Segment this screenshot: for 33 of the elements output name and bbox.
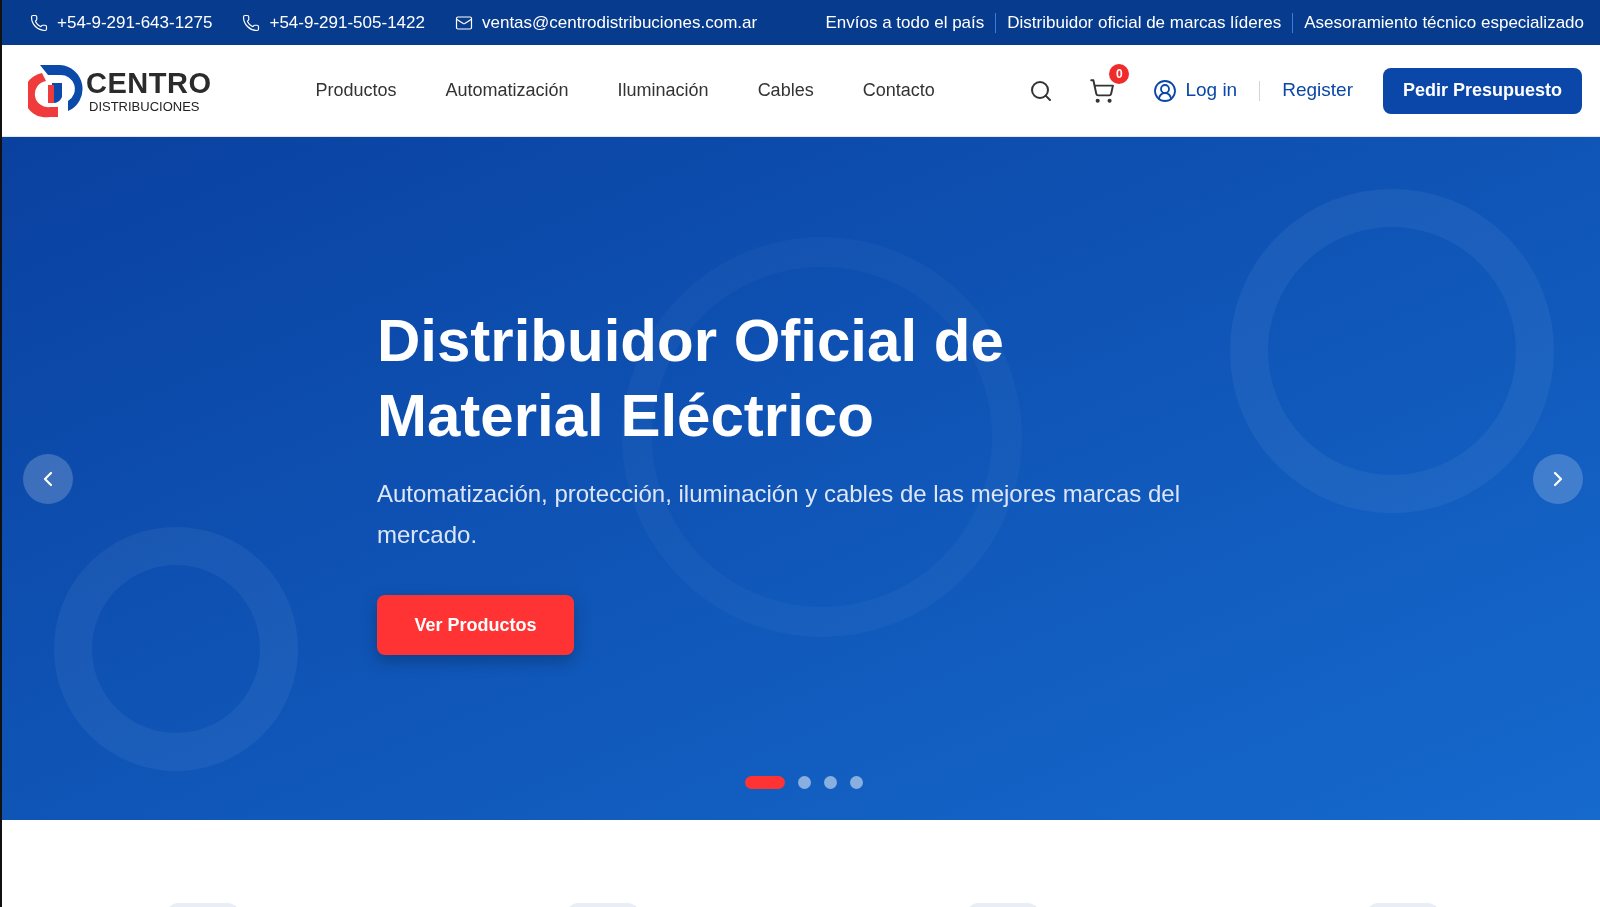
user-icon <box>1153 78 1178 103</box>
nav-link[interactable]: Automatización <box>445 77 569 104</box>
email-link[interactable]: ventas@centrodistribuciones.com.ar <box>481 9 758 36</box>
cart-count-badge: 0 <box>1109 63 1130 84</box>
nav-link[interactable]: Iluminación <box>617 77 709 104</box>
hero-title: Distribuidor Oficial de Material Eléctrico <box>377 306 1005 451</box>
login-link[interactable]: Log in <box>1153 76 1238 105</box>
phone-link[interactable]: +54-9-291-643-1275 <box>57 9 213 36</box>
phone-icon <box>30 13 48 32</box>
slide-indicator[interactable] <box>745 776 785 789</box>
phone-icon <box>242 13 261 32</box>
slide-indicator[interactable] <box>798 776 811 789</box>
quote-button[interactable]: Pedir Presupuesto <box>1382 67 1582 114</box>
nav-link[interactable]: Cables <box>757 77 814 104</box>
hero-subtitle: Automatización, protección, iluminación y cables de las mejores marcas del mercado. <box>377 479 1182 550</box>
highlight-text: Envíos a todo el país <box>825 11 985 34</box>
highlight-text: Distribuidor oficial de marcas líderes <box>1007 11 1282 34</box>
nav-link[interactable]: Contacto <box>862 77 935 104</box>
search-icon <box>1029 78 1054 103</box>
previous-slide-button[interactable] <box>23 454 73 504</box>
slide-indicator[interactable] <box>850 776 863 789</box>
register-link[interactable]: Register <box>1282 76 1353 105</box>
highlight-text: Asesoramiento técnico especializado <box>1304 11 1584 34</box>
phone-link[interactable]: +54-9-291-505-1422 <box>269 9 425 36</box>
view-products-button[interactable]: Ver Productos <box>377 595 574 655</box>
mail-icon <box>454 13 473 32</box>
logo-tagline: DISTRIBUCIONES <box>89 99 201 113</box>
cart-icon <box>1089 77 1116 104</box>
slide-indicator[interactable] <box>824 776 837 789</box>
nav-link[interactable]: Productos <box>315 77 397 104</box>
next-slide-button[interactable] <box>1533 454 1583 504</box>
logo-name: CENTRO <box>86 68 212 98</box>
logo-mark-icon <box>28 62 84 119</box>
